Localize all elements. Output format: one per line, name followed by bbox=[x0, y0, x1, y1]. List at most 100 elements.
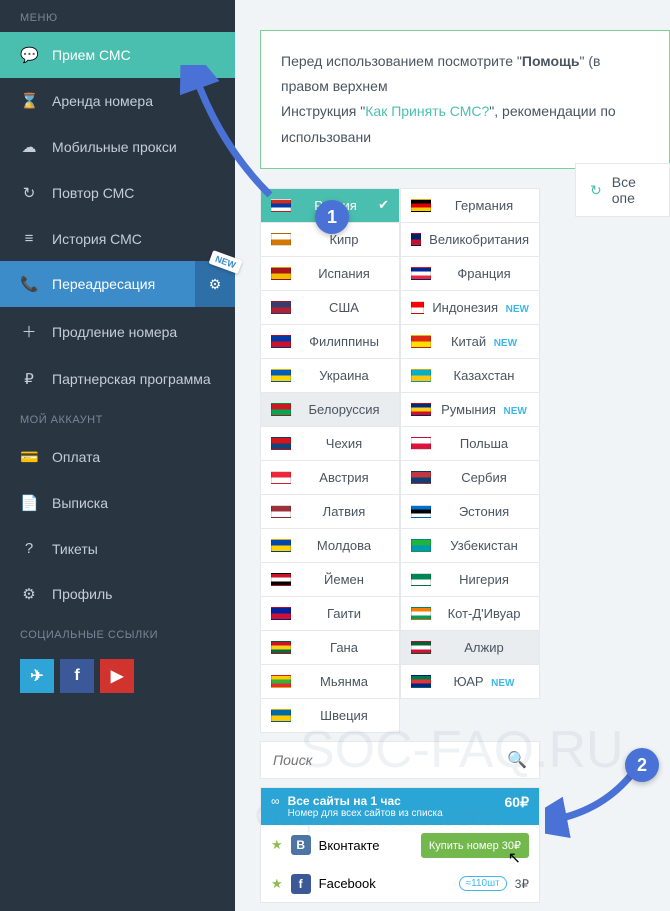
flag-icon bbox=[271, 403, 291, 416]
menu-label: Переадресация bbox=[52, 276, 155, 292]
country-cell[interactable]: Нигерия bbox=[400, 562, 540, 597]
country-name: Германия bbox=[439, 198, 529, 213]
country-name: Украина bbox=[299, 368, 389, 383]
star-icon[interactable]: ★ bbox=[271, 876, 283, 892]
country-name: Филиппины bbox=[299, 334, 389, 349]
flag-icon bbox=[271, 675, 291, 688]
flag-icon bbox=[411, 233, 421, 246]
country-cell[interactable]: Латвия bbox=[260, 494, 400, 529]
country-cell[interactable]: Филиппины bbox=[260, 324, 400, 359]
menu-icon: 📄 bbox=[20, 494, 38, 512]
country-cell[interactable]: Испания bbox=[260, 256, 400, 291]
country-cell[interactable]: Эстония bbox=[400, 494, 540, 529]
flag-icon bbox=[411, 301, 424, 314]
menu-label: Повтор СМС bbox=[52, 185, 134, 201]
sidebar-menu-item[interactable]: 💬Прием СМС bbox=[0, 32, 235, 78]
flag-icon bbox=[271, 233, 291, 246]
social-links: ✈ f ▶ bbox=[0, 649, 235, 703]
country-cell[interactable]: Франция bbox=[400, 256, 540, 291]
sidebar-menu-item[interactable]: ☁Мобильные прокси bbox=[0, 124, 235, 170]
offer-header[interactable]: ∞ Все сайты на 1 час Номер для всех сайт… bbox=[261, 788, 539, 825]
telegram-icon[interactable]: ✈ bbox=[20, 659, 54, 693]
flag-icon bbox=[411, 335, 431, 348]
flag-icon bbox=[271, 607, 291, 620]
country-cell[interactable]: Гана bbox=[260, 630, 400, 665]
country-name: Кипр bbox=[299, 232, 389, 247]
annotation-badge-2: 2 bbox=[625, 748, 659, 782]
help-text: Перед использованием посмотрите " bbox=[281, 53, 522, 69]
sidebar-menu-item[interactable]: ＋ Продление номера bbox=[0, 307, 235, 356]
offer-widget: ∞ Все сайты на 1 час Номер для всех сайт… bbox=[260, 787, 540, 903]
country-cell[interactable]: Индонезия NEW bbox=[400, 290, 540, 325]
country-cell[interactable]: ЮАР NEW bbox=[400, 664, 540, 699]
country-cell[interactable]: Китай NEW bbox=[400, 324, 540, 359]
flag-icon bbox=[411, 573, 431, 586]
ops-label: Все опе bbox=[612, 174, 655, 206]
sidebar-menu-item[interactable]: ≡История СМС bbox=[0, 216, 235, 261]
country-cell[interactable]: Чехия bbox=[260, 426, 400, 461]
country-cell[interactable]: Украина bbox=[260, 358, 400, 393]
sidebar-menu-item[interactable]: ↻Повтор СМС bbox=[0, 170, 235, 216]
sidebar-menu-item[interactable]: 📞Переадресация⚙NEW bbox=[0, 261, 235, 307]
search-box[interactable]: 🔍 bbox=[260, 741, 540, 779]
flag-icon bbox=[271, 301, 291, 314]
search-input[interactable] bbox=[273, 752, 507, 768]
country-cell[interactable]: Германия bbox=[400, 188, 540, 223]
country-cell[interactable]: Польша bbox=[400, 426, 540, 461]
search-icon[interactable]: 🔍 bbox=[507, 750, 527, 770]
country-cell[interactable]: Молдова bbox=[260, 528, 400, 563]
country-name: Польша bbox=[439, 436, 529, 451]
country-cell[interactable]: Белоруссия bbox=[260, 392, 400, 427]
menu-label: Продление номера bbox=[52, 324, 177, 340]
country-cell[interactable]: Узбекистан bbox=[400, 528, 540, 563]
country-name: Сербия bbox=[439, 470, 529, 485]
menu-icon: ＋ bbox=[20, 321, 38, 342]
country-name: Мьянма bbox=[299, 674, 389, 689]
country-cell[interactable]: Кот-Д'Ивуар bbox=[400, 596, 540, 631]
country-cell[interactable]: Казахстан bbox=[400, 358, 540, 393]
offer-title: Все сайты на 1 час bbox=[288, 794, 401, 808]
sidebar-account-item[interactable]: 📄Выписка bbox=[0, 480, 235, 526]
country-cell[interactable]: Швеция bbox=[260, 698, 400, 733]
qty-badge: ≈110шт bbox=[459, 876, 507, 891]
country-name: Эстония bbox=[439, 504, 529, 519]
youtube-icon[interactable]: ▶ bbox=[100, 659, 134, 693]
star-icon[interactable]: ★ bbox=[271, 837, 283, 853]
menu-icon: ☁ bbox=[20, 138, 38, 156]
all-operations-button[interactable]: ↻ Все опе bbox=[575, 163, 670, 217]
sidebar-menu-item[interactable]: ⌛Аренда номера bbox=[0, 78, 235, 124]
country-cell[interactable]: Австрия bbox=[260, 460, 400, 495]
help-link[interactable]: Как Принять СМС? bbox=[365, 103, 489, 119]
menu-header: МЕНЮ bbox=[0, 0, 235, 32]
country-cell[interactable]: Йемен bbox=[260, 562, 400, 597]
menu-label: Партнерская программа bbox=[52, 371, 211, 387]
buy-button[interactable]: Купить номер 30₽↖ bbox=[421, 833, 529, 858]
service-name: Вконтакте bbox=[319, 838, 413, 853]
menu-icon: 📞 bbox=[20, 275, 38, 293]
sidebar-account-item[interactable]: ?Тикеты bbox=[0, 526, 235, 571]
country-name: Великобритания bbox=[429, 232, 529, 247]
service-row[interactable]: ★fFacebook≈110шт 3₽ bbox=[261, 866, 539, 902]
sidebar-account-item[interactable]: ⚙Профиль bbox=[0, 571, 235, 617]
country-name: Гаити bbox=[299, 606, 389, 621]
flag-icon bbox=[271, 335, 291, 348]
facebook-icon[interactable]: f bbox=[60, 659, 94, 693]
sidebar: МЕНЮ 💬Прием СМС⌛Аренда номера☁Мобильные … bbox=[0, 0, 235, 911]
country-cell[interactable]: Румыния NEW bbox=[400, 392, 540, 427]
flag-icon bbox=[411, 403, 431, 416]
service-row[interactable]: ★ВВконтактеКупить номер 30₽↖ bbox=[261, 825, 539, 866]
country-cell[interactable]: Алжир bbox=[400, 630, 540, 665]
country-cell[interactable]: Мьянма bbox=[260, 664, 400, 699]
sidebar-menu-item[interactable]: ₽ Партнерская программа bbox=[0, 356, 235, 402]
sidebar-account-item[interactable]: 💳Оплата bbox=[0, 434, 235, 480]
country-cell[interactable]: Сербия bbox=[400, 460, 540, 495]
country-cell[interactable]: США bbox=[260, 290, 400, 325]
cursor-icon: ↖ bbox=[508, 848, 521, 868]
country-cell[interactable]: Великобритания bbox=[400, 222, 540, 257]
menu-icon: ₽ bbox=[20, 370, 38, 388]
country-name: Белоруссия bbox=[299, 402, 389, 417]
country-cell[interactable]: Гаити bbox=[260, 596, 400, 631]
menu-icon: 💬 bbox=[20, 46, 38, 64]
service-icon: f bbox=[291, 874, 311, 894]
menu-icon: ⌛ bbox=[20, 92, 38, 110]
